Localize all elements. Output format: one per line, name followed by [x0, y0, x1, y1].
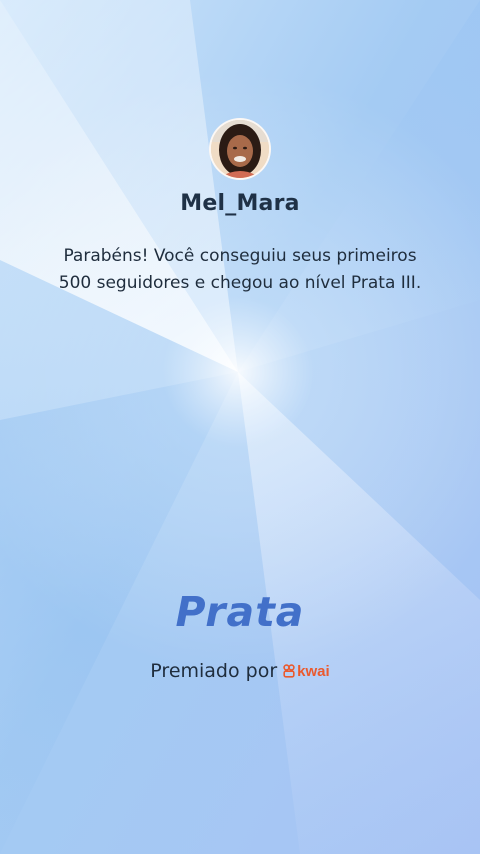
username: Mel_Mara	[180, 191, 300, 216]
message-line-2: 500 seguidores e chegou ao nível Prata I…	[58, 273, 422, 293]
kwai-brand-text: kwai	[297, 662, 330, 680]
achievement-screen: Mel_Mara Parabéns! Você conseguiu seus p…	[0, 0, 480, 854]
user-avatar[interactable]	[209, 118, 271, 180]
congratulation-message: Parabéns! Você conseguiu seus primeiros …	[40, 243, 440, 297]
kwai-logo-icon	[283, 664, 295, 678]
user-avatar-photo-icon	[211, 120, 269, 178]
message-line-1: Parabéns! Você conseguiu seus primeiros	[63, 246, 417, 266]
kwai-logo: kwai	[283, 663, 330, 680]
tier-label: Prata	[175, 588, 305, 636]
awarded-by-text: Premiado por	[150, 660, 278, 682]
awarded-by: Premiado por kwai	[0, 660, 480, 682]
